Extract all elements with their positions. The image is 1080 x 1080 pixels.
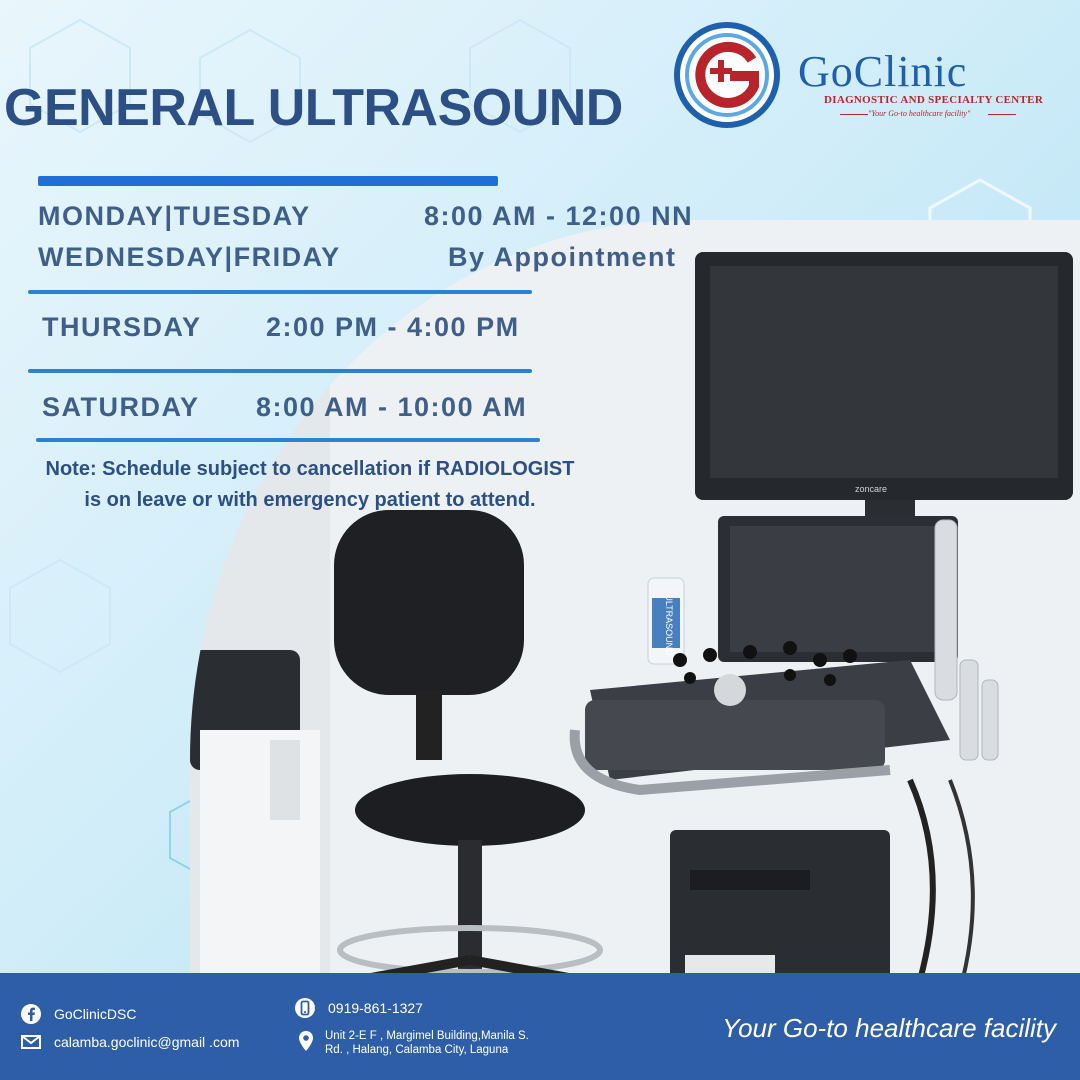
brand-divider-right <box>988 114 1016 115</box>
divider <box>28 290 532 294</box>
phone-icon <box>295 998 315 1018</box>
email-address: calamba.goclinic@gmail .com <box>54 1034 240 1050</box>
divider <box>36 438 540 442</box>
note-line-1: Note: Schedule subject to cancellation i… <box>45 458 575 480</box>
location-pin-icon <box>299 1031 313 1051</box>
poster: ULTRASOUND zoncare GENERAL ULTRASOUND Go… <box>0 0 1080 1080</box>
ultrasound-room-photo: ULTRASOUND zoncare <box>190 220 1080 1080</box>
schedule-time: 8:00 AM - 12:00 NN <box>424 201 694 231</box>
facebook-link[interactable]: GoClinicDSC <box>20 1003 136 1025</box>
footer: GoClinicDSC calamba.goclinic@gmail .com … <box>0 973 1080 1080</box>
facebook-handle: GoClinicDSC <box>54 1006 137 1022</box>
brand-divider-left <box>840 114 868 115</box>
brand-name: GoClinic <box>798 47 968 96</box>
address-line-1: Unit 2-E F , Margimel Building,Manila S. <box>325 1030 529 1042</box>
schedule-note: Note: Schedule subject to cancellation i… <box>0 454 620 516</box>
facebook-icon <box>21 1004 41 1024</box>
brand-tagline: "Your Go-to healthcare facility" <box>868 109 971 118</box>
schedule-time: By Appointment <box>448 242 677 272</box>
gel-bottle: ULTRASOUND <box>647 577 685 665</box>
phone-link[interactable]: 0919-861-1327 <box>294 997 423 1019</box>
schedule-days: WEDNESDAY|FRIDAY <box>38 242 341 272</box>
goclinic-logo-mark <box>674 22 780 128</box>
gel-bottle-label: ULTRASOUND <box>664 594 674 656</box>
email-link[interactable]: calamba.goclinic@gmail .com <box>20 1031 239 1053</box>
address-line-2: Rd. , Halang, Calamba City, Laguna <box>325 1044 509 1056</box>
monitor: zoncare <box>695 252 1073 518</box>
schedule-days: SATURDAY <box>42 392 200 422</box>
schedule-time: 2:00 PM - 4:00 PM <box>266 312 520 342</box>
mail-icon <box>21 1035 41 1049</box>
divider <box>28 369 532 373</box>
schedule-time: 8:00 AM - 10:00 AM <box>256 392 528 422</box>
goclinic-logo: GoClinic DIAGNOSTIC AND SPECIALTY CENTER… <box>672 20 1062 130</box>
footer-slogan: Your Go-to healthcare facility <box>722 1013 1056 1043</box>
schedule-days: THURSDAY <box>42 312 202 342</box>
address: Unit 2-E F , Margimel Building,Manila S.… <box>325 1029 529 1057</box>
page-title: GENERAL ULTRASOUND <box>4 79 623 137</box>
note-line-2: is on leave or with emergency patient to… <box>84 489 536 511</box>
monitor-brand: zoncare <box>855 484 887 494</box>
schedule-days: MONDAY|TUESDAY <box>38 201 311 231</box>
accent-bar <box>38 176 498 186</box>
phone-number: 0919-861-1327 <box>328 1000 423 1016</box>
brand-subtitle: DIAGNOSTIC AND SPECIALTY CENTER <box>824 94 1044 106</box>
